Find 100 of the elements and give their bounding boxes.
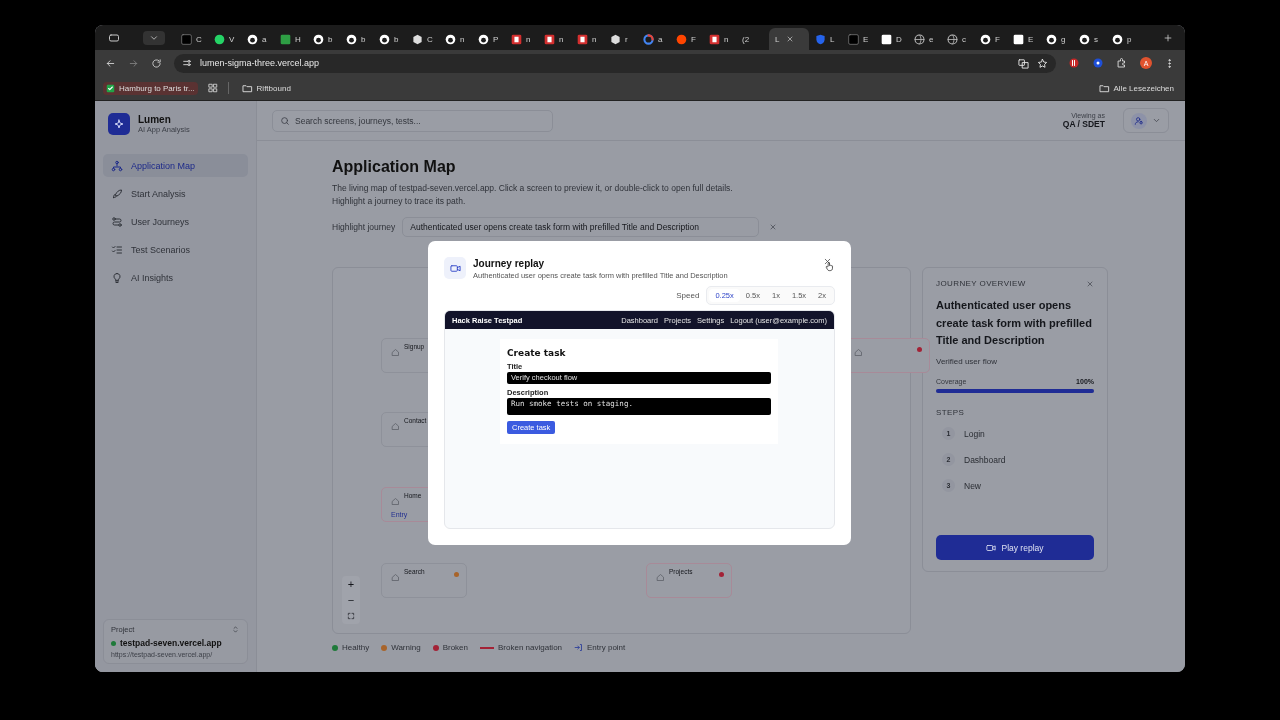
browser-tab[interactable]: c bbox=[941, 28, 974, 50]
sidebar-item[interactable]: Application Map bbox=[103, 154, 248, 177]
browser-tab[interactable]: C bbox=[175, 28, 208, 50]
browser-tab[interactable]: V bbox=[208, 28, 241, 50]
highlight-label: Highlight journey bbox=[332, 222, 396, 232]
step-label: Login bbox=[964, 428, 985, 439]
step-label: Dashboard bbox=[964, 454, 1006, 465]
favicon-icon bbox=[848, 33, 859, 45]
favicon-icon bbox=[379, 33, 390, 45]
favicon-icon bbox=[1079, 33, 1090, 45]
extension-icon[interactable] bbox=[1068, 57, 1080, 69]
zoom-button[interactable]: + bbox=[342, 576, 360, 592]
zoom-button[interactable]: − bbox=[342, 592, 360, 608]
page-title: Application Map bbox=[332, 158, 457, 176]
status-dot bbox=[111, 640, 116, 646]
favicon-icon bbox=[577, 33, 588, 45]
play-replay-button[interactable]: Play replay bbox=[936, 535, 1094, 560]
browser-tab[interactable]: a bbox=[241, 28, 274, 50]
bookmark[interactable]: Riftbound bbox=[238, 80, 294, 96]
browser-tab[interactable]: p bbox=[1106, 28, 1139, 50]
legend-label: Healthy bbox=[342, 643, 370, 652]
sparkle-icon bbox=[113, 118, 125, 130]
browser-tab[interactable]: F bbox=[974, 28, 1007, 50]
browser-tab[interactable]: n bbox=[505, 28, 538, 50]
favicon-icon bbox=[346, 33, 357, 45]
steps-heading: STEPS bbox=[936, 407, 966, 417]
role-name: QA / SDET bbox=[1062, 119, 1105, 129]
apps-icon[interactable] bbox=[207, 83, 218, 93]
role-switcher[interactable] bbox=[1123, 108, 1169, 133]
puzzle-icon[interactable] bbox=[1116, 57, 1128, 69]
legend-label: Entry point bbox=[587, 643, 626, 652]
favicon-icon bbox=[511, 33, 522, 45]
browser-tab[interactable]: b bbox=[307, 28, 340, 50]
home-icon bbox=[391, 573, 400, 582]
journey-select[interactable]: Authenticated user opens create task form with prefilled Title and Description bbox=[402, 217, 760, 237]
check-icon bbox=[106, 83, 115, 93]
bookmarks-folder[interactable]: Alle Lesezeichen bbox=[1095, 80, 1177, 96]
address-bar[interactable]: lumen-sigma-three.vercel.app bbox=[174, 53, 1056, 73]
browser-tab[interactable]: H bbox=[274, 28, 307, 50]
video-icon bbox=[986, 542, 997, 553]
project-name: testpad-seven.vercel.app bbox=[120, 638, 222, 648]
browser-tab[interactable]: n bbox=[571, 28, 604, 50]
lightbulb-icon bbox=[111, 271, 123, 284]
forward-icon[interactable] bbox=[128, 57, 139, 69]
sidebar-item[interactable]: Test Scenarios bbox=[103, 238, 248, 261]
dialog-title: Journey replay bbox=[473, 258, 546, 269]
favicon-icon bbox=[1013, 33, 1024, 45]
browser-tab[interactable]: r bbox=[604, 28, 637, 50]
video-icon bbox=[449, 262, 461, 274]
browser-tab[interactable]: D bbox=[875, 28, 908, 50]
browser-tab[interactable]: P bbox=[472, 28, 505, 50]
favicon-icon bbox=[914, 33, 925, 45]
browser-tab[interactable]: e bbox=[908, 28, 941, 50]
browser-tab[interactable]: E bbox=[842, 28, 875, 50]
folder-icon bbox=[241, 82, 253, 94]
favicon-icon bbox=[280, 33, 291, 45]
reload-icon[interactable] bbox=[151, 57, 162, 69]
favicon-icon bbox=[445, 33, 456, 45]
favicon-icon bbox=[643, 33, 654, 45]
browser-tab[interactable]: F bbox=[670, 28, 703, 50]
favicon-icon bbox=[412, 33, 423, 45]
translate-icon[interactable] bbox=[1018, 57, 1029, 69]
window-icon bbox=[107, 31, 121, 44]
browser-tab[interactable]: n bbox=[439, 28, 472, 50]
replay-heading: Create task bbox=[507, 348, 567, 358]
search-field[interactable]: Search screens, journeys, tests... bbox=[272, 109, 553, 132]
bookmark[interactable]: Hamburg to Paris tr... bbox=[103, 81, 198, 95]
browser-tab[interactable]: n bbox=[703, 28, 736, 50]
browser-tab[interactable]: (2 bbox=[736, 28, 769, 50]
favicon-icon bbox=[1046, 33, 1057, 45]
browser-tab[interactable]: C bbox=[406, 28, 439, 50]
page-description: The living map of testpad-seven.vercel.app. Click a screen to preview it, or double-click to open full details. Highlight a journey to trace its path. bbox=[332, 182, 734, 208]
favicon-icon bbox=[947, 33, 958, 45]
back-icon[interactable] bbox=[105, 57, 116, 69]
speed-label: Speed bbox=[676, 291, 700, 300]
legend-label: Warning bbox=[391, 643, 421, 652]
legend-label: Broken bbox=[442, 643, 468, 652]
browser-tab[interactable]: b bbox=[373, 28, 406, 50]
site-info-icon bbox=[182, 58, 192, 68]
star-icon[interactable] bbox=[1037, 57, 1048, 69]
panel-heading: JOURNEY OVERVIEW bbox=[936, 279, 1026, 288]
sidebar-item[interactable]: Start Analysis bbox=[103, 182, 248, 205]
browser-tab[interactable]: a bbox=[637, 28, 670, 50]
browser-tab[interactable]: s bbox=[1073, 28, 1106, 50]
browser-tab[interactable]: g bbox=[1040, 28, 1073, 50]
extension-icon[interactable] bbox=[1092, 57, 1104, 69]
journey-title: Authenticated user opens create task form with prefilled Title and Description bbox=[936, 298, 1093, 348]
browser-tab[interactable]: L bbox=[809, 28, 842, 50]
sidebar-item[interactable]: User Journeys bbox=[103, 210, 248, 233]
chevron-down-icon bbox=[1152, 116, 1161, 125]
sidebar-item[interactable]: AI Insights bbox=[103, 266, 248, 289]
browser-tab[interactable]: E bbox=[1007, 28, 1040, 50]
fit-view-icon bbox=[347, 612, 355, 620]
browser-tab[interactable]: b bbox=[340, 28, 373, 50]
favicon-icon bbox=[313, 33, 324, 45]
close-icon[interactable] bbox=[786, 35, 795, 43]
browser-tab[interactable]: n bbox=[538, 28, 571, 50]
route-icon bbox=[111, 215, 123, 228]
browser-tab[interactable]: L bbox=[769, 28, 809, 50]
home-icon bbox=[391, 497, 400, 506]
